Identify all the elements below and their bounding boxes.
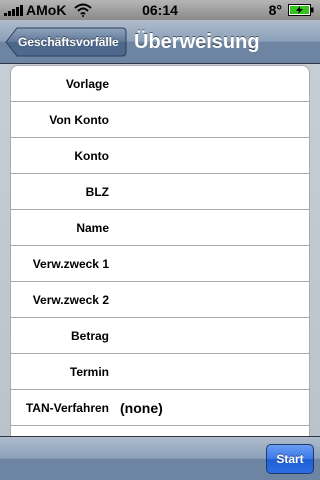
- form-row-verwendungszweck-1[interactable]: Verw.zweck 1: [11, 246, 309, 282]
- transfer-form: Vorlage Von Konto Konto BLZ Name Verw.zw…: [10, 65, 310, 445]
- status-bar: AMoK 06:14 8°: [0, 0, 320, 20]
- bottom-toolbar: Start: [0, 436, 320, 480]
- temperature: 8°: [268, 2, 282, 18]
- form-row-vorlage[interactable]: Vorlage: [11, 66, 309, 102]
- row-label: Termin: [69, 365, 109, 379]
- form-row-name[interactable]: Name: [11, 210, 309, 246]
- page-title: Überweisung: [134, 31, 260, 53]
- row-label: TAN-Verfahren: [25, 401, 109, 415]
- form-row-konto[interactable]: Konto: [11, 138, 309, 174]
- row-label: Name: [76, 221, 109, 235]
- battery-charging-icon: [288, 4, 314, 16]
- back-button-label: Geschäftsvorfälle: [18, 35, 119, 49]
- row-label: Konto: [74, 149, 109, 163]
- nav-bar: Geschäftsvorfälle Überweisung: [0, 20, 320, 64]
- screen: AMoK 06:14 8° Geschäftsvorfälle Überweis…: [0, 0, 320, 480]
- form-row-blz[interactable]: BLZ: [11, 174, 309, 210]
- start-button[interactable]: Start: [266, 444, 314, 474]
- row-label: BLZ: [85, 185, 109, 199]
- row-label: Verw.zweck 1: [32, 257, 109, 271]
- form-row-tan-verfahren[interactable]: TAN-Verfahren (none): [11, 390, 309, 426]
- row-label: Betrag: [70, 329, 109, 343]
- form-row-von-konto[interactable]: Von Konto: [11, 102, 309, 138]
- row-label: Vorlage: [65, 77, 109, 91]
- form-row-verwendungszweck-2[interactable]: Verw.zweck 2: [11, 282, 309, 318]
- row-label: Von Konto: [49, 113, 109, 127]
- back-button[interactable]: Geschäftsvorfälle: [5, 27, 127, 57]
- row-label: Verw.zweck 2: [32, 293, 109, 307]
- form-row-termin[interactable]: Termin: [11, 354, 309, 390]
- form-row-betrag[interactable]: Betrag: [11, 318, 309, 354]
- row-value: (none): [120, 400, 163, 416]
